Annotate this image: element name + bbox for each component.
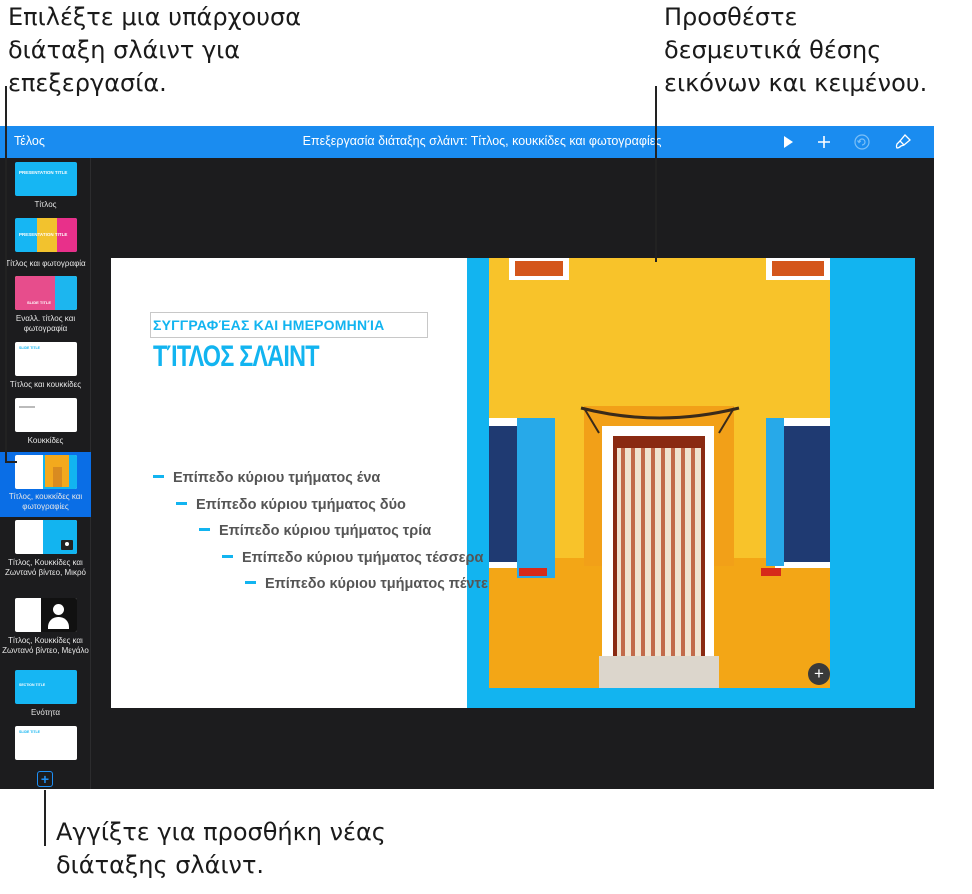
bullet-text: Επίπεδο κύριου τμήματος τέσσερα <box>242 550 484 566</box>
leader-line <box>5 86 7 462</box>
thumb-title-text: SECTION TITLE <box>19 683 46 687</box>
author-date-placeholder: ΣΥΓΓΡΑΦΈΑΣ ΚΑΙ ΗΜΕΡΟΜΗΝΊΑ <box>153 317 385 333</box>
layout-label: Τίτλος, κουκκίδες και φωτογραφίες <box>8 492 83 511</box>
thumb-title-text: PRESENTATION TITLE <box>19 232 68 237</box>
callout-line: Προσθέστε <box>664 3 798 31</box>
layout-thumbnail <box>15 455 77 489</box>
bullet-level-1[interactable]: Επίπεδο κύριου τμήματος ένα <box>153 470 380 486</box>
play-icon[interactable] <box>778 132 798 152</box>
bullet-text: Επίπεδο κύριου τμήματος ένα <box>173 470 381 486</box>
thumb-title-text: SLIDE TITLE <box>19 346 40 350</box>
bullet-dash-icon <box>222 555 233 559</box>
callout-line: δεσμευτικά θέσης <box>664 36 882 64</box>
callout-select-layout: Επιλέξτε μια υπάρχουσα διάταξη σλάιντ γι… <box>8 1 301 100</box>
bullet-text: Επίπεδο κύριου τμήματος τρία <box>219 523 432 539</box>
plus-icon: + <box>814 664 824 683</box>
layout-thumbnail: SLIDE TITLE <box>15 276 77 310</box>
layout-thumbnail: SLIDE TITLE <box>15 342 77 376</box>
callout-add-layout: Αγγίξτε για προσθήκη νέας διάταξης σλάιν… <box>56 816 386 882</box>
bullet-level-5[interactable]: Επίπεδο κύριου τμήματος πέντε <box>245 576 488 592</box>
photo-image <box>489 258 830 688</box>
slide-canvas: ΣΥΓΓΡΑΦΈΑΣ ΚΑΙ ΗΜΕΡΟΜΗΝΊΑ ΤΊΤΛΟΣ ΣΛΆΙΝΤ … <box>111 258 915 708</box>
layout-thumbnail <box>15 598 77 632</box>
thumb-title-text: SLIDE TITLE <box>19 730 40 734</box>
toolbar-title-prefix: Επεξεργασία διάταξης σλάιντ: <box>302 134 468 148</box>
layout-label: Τίτλος και κουκκίδες <box>9 380 82 389</box>
photo-placeholder[interactable] <box>489 258 830 688</box>
callout-line: Επιλέξτε μια υπάρχουσα <box>8 3 302 31</box>
bullet-dash-icon <box>199 528 210 532</box>
layout-label: Τίτλος, Κουκκίδες και Ζωντανό βίντεο, Με… <box>2 636 89 655</box>
layout-thumbnail <box>15 520 77 554</box>
callout-add-placeholders: Προσθέστε δεσμευτικά θέσης εικόνων και κ… <box>664 1 927 100</box>
callout-line: διάταξης σλάιντ. <box>56 851 265 879</box>
toolbar-title-layout: Τίτλος, κουκκίδες και φωτογραφίες <box>470 134 662 148</box>
callout-line: διάταξη σλάιντ για <box>8 36 241 64</box>
bullet-dash-icon <box>153 475 164 479</box>
plus-icon[interactable] <box>814 132 834 152</box>
toolbar: Τέλος Επεξεργασία διάταξης σλάιντ: Τίτλο… <box>0 126 934 158</box>
callout-line: Αγγίξτε για προσθήκη νέας <box>56 818 386 846</box>
thumb-title-text: PRESENTATION TITLE <box>19 170 68 175</box>
bullet-dash-icon <box>245 581 256 585</box>
layout-label: Τίτλος, Κουκκίδες και Ζωντανό βίντεο, Μι… <box>5 558 86 577</box>
callout-line: επεξεργασία. <box>8 69 167 97</box>
layout-label: Κουκκίδες <box>27 436 64 445</box>
layout-label: Εναλλ. τίτλος και φωτογραφία <box>15 314 76 333</box>
layout-label: Τίτλος <box>34 200 57 209</box>
bullet-level-3[interactable]: Επίπεδο κύριου τμήματος τρία <box>199 523 431 539</box>
plus-square-icon: + <box>40 771 50 787</box>
paintbrush-icon[interactable] <box>893 132 913 152</box>
keynote-app: Τέλος Επεξεργασία διάταξης σλάιντ: Τίτλο… <box>0 126 934 789</box>
bullet-text: Επίπεδο κύριου τμήματος πέντε <box>265 576 488 592</box>
layout-label: Ενότητα <box>31 708 60 717</box>
add-layout-button[interactable]: + <box>37 771 53 787</box>
layout-thumbnail: PRESENTATION TITLE <box>15 162 77 196</box>
bullet-level-4[interactable]: Επίπεδο κύριου τμήματος τέσσερα <box>222 550 483 566</box>
layout-sidebar: PRESENTATION TITLE Τίτλος PRESENTATION T… <box>0 158 91 789</box>
layout-label: Τίτλος και φωτογραφία <box>5 259 86 268</box>
undo-icon[interactable] <box>852 132 872 152</box>
slide-title-placeholder[interactable]: ΤΊΤΛΟΣ ΣΛΆΙΝΤ <box>153 340 320 374</box>
photo-add-button[interactable]: + <box>808 663 830 685</box>
layout-thumbnail: PRESENTATION TITLE <box>15 218 77 252</box>
thumb-title-text: SLIDE TITLE <box>27 300 51 305</box>
callout-line: εικόνων και κειμένου. <box>664 69 928 97</box>
layout-thumbnail: SECTION TITLE <box>15 670 77 704</box>
bullet-level-2[interactable]: Επίπεδο κύριου τμήματος δύο <box>176 497 406 513</box>
leader-line <box>5 461 17 463</box>
leader-line <box>655 86 657 262</box>
layout-thumbnail: SLIDE TITLE <box>15 726 77 760</box>
bullet-dash-icon <box>176 502 187 506</box>
bullet-text: Επίπεδο κύριου τμήματος δύο <box>196 497 406 513</box>
layout-thumbnail <box>15 398 77 432</box>
leader-line <box>44 790 46 846</box>
